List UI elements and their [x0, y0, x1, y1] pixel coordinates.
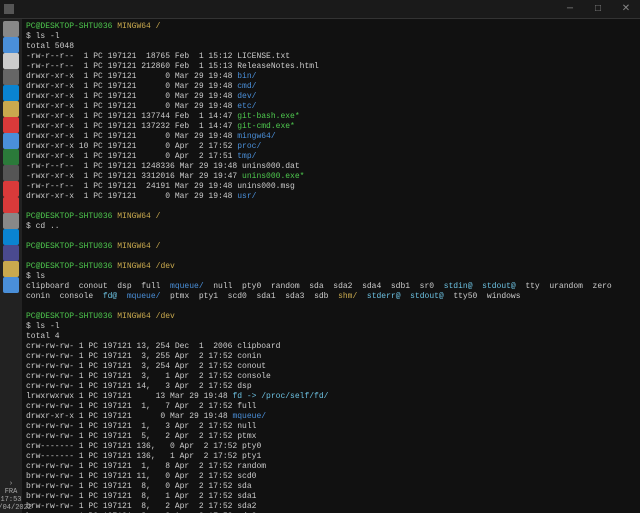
taskbar-app-icon[interactable] — [3, 229, 19, 245]
taskbar-app-icon[interactable] — [3, 149, 19, 165]
taskbar-app-icon[interactable] — [3, 21, 19, 37]
taskbar-app-icon[interactable] — [3, 181, 19, 197]
language-indicator[interactable]: FRA — [5, 488, 18, 496]
taskbar-app-icon[interactable] — [3, 69, 19, 85]
app-icon — [4, 4, 14, 14]
taskbar-app-icon[interactable] — [3, 245, 19, 261]
taskbar: › FRA 17:53 02/04/2022 — [0, 19, 22, 513]
taskbar-app-icon[interactable] — [3, 165, 19, 181]
clock-date: 02/04/2022 — [0, 504, 32, 512]
taskbar-app-icon[interactable] — [3, 85, 19, 101]
clock-time[interactable]: 17:53 — [0, 496, 21, 504]
taskbar-app-icon[interactable] — [3, 213, 19, 229]
taskbar-app-icon[interactable] — [3, 261, 19, 277]
maximize-button[interactable]: □ — [584, 0, 612, 18]
minimize-button[interactable]: ─ — [556, 0, 584, 18]
taskbar-tray: › FRA 17:53 02/04/2022 — [0, 480, 22, 512]
taskbar-app-icon[interactable] — [3, 197, 19, 213]
terminal[interactable]: PC@DESKTOP-SHTU036 MINGW64 / $ ls -l tot… — [22, 19, 640, 513]
taskbar-app-icon[interactable] — [3, 37, 19, 53]
window-titlebar: ─ □ ✕ — [0, 0, 640, 19]
taskbar-app-icon[interactable] — [3, 53, 19, 69]
close-button[interactable]: ✕ — [612, 0, 640, 18]
taskbar-app-icon[interactable] — [3, 117, 19, 133]
chevron-icon[interactable]: › — [9, 480, 13, 488]
taskbar-app-icon[interactable] — [3, 277, 19, 293]
titlebar-left — [0, 4, 14, 14]
taskbar-app-icon[interactable] — [3, 133, 19, 149]
taskbar-app-icon[interactable] — [3, 101, 19, 117]
window-controls: ─ □ ✕ — [556, 0, 640, 18]
